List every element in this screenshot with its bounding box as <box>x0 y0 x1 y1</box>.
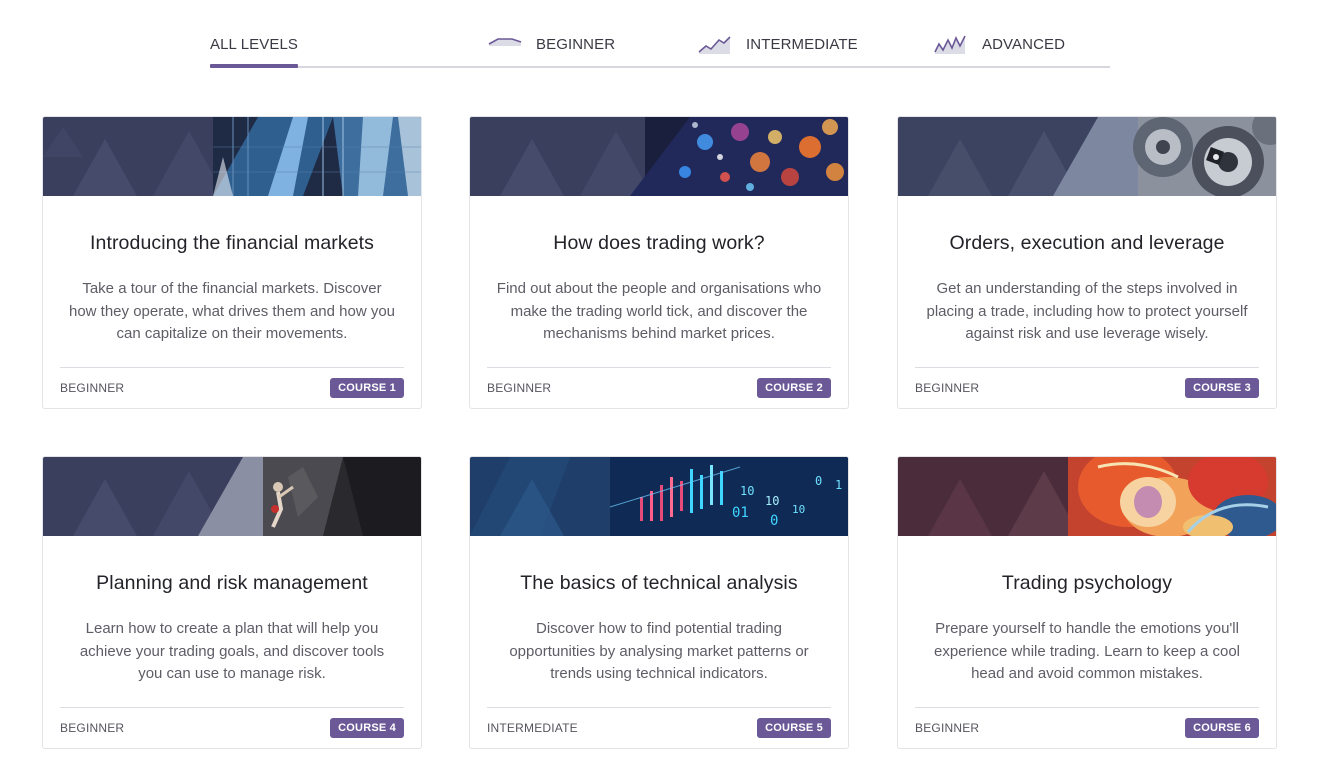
course-title: How does trading work? <box>553 232 765 254</box>
course-level: INTERMEDIATE <box>487 721 578 735</box>
course-description: Learn how to create a plan that will hel… <box>79 620 385 682</box>
beginner-level-icon <box>488 38 522 46</box>
intermediate-level-icon <box>698 36 731 54</box>
course-banner-image <box>898 457 1276 536</box>
course-banner-image: 10 10 01 0 0 1 10 <box>470 457 848 536</box>
course-card-6[interactable]: Trading psychology Prepare yourself to h… <box>897 456 1277 749</box>
course-description: Find out about the people and organisati… <box>496 280 822 342</box>
tab-advanced[interactable]: ADVANCED <box>934 34 1065 66</box>
banner-digit: 10 <box>765 494 779 508</box>
course-description: Get an understanding of the steps involv… <box>926 280 1248 342</box>
course-card-1[interactable]: Introducing the financial markets Take a… <box>42 116 422 409</box>
course-banner-image <box>470 117 848 196</box>
course-badge: COURSE 2 <box>757 378 831 398</box>
banner-digit: 0 <box>770 513 778 529</box>
course-level: BEGINNER <box>487 381 552 395</box>
course-level: BEGINNER <box>915 381 980 395</box>
banner-digit: 1 <box>835 478 842 492</box>
course-level: BEGINNER <box>60 721 125 735</box>
course-description: Take a tour of the financial markets. Di… <box>68 280 396 342</box>
advanced-level-icon <box>934 35 966 54</box>
tab-label: ADVANCED <box>982 36 1066 53</box>
course-banner-image <box>43 117 421 196</box>
course-badge: COURSE 6 <box>1185 718 1259 738</box>
card-divider <box>60 367 404 368</box>
tab-label: ALL LEVELS <box>210 36 299 53</box>
card-divider <box>60 707 404 708</box>
course-card-3[interactable]: Orders, execution and leverage Get an un… <box>897 116 1277 409</box>
banner-digit: 01 <box>732 505 749 521</box>
card-divider <box>487 707 831 708</box>
tab-beginner[interactable]: BEGINNER <box>488 34 615 66</box>
card-divider <box>487 367 831 368</box>
course-badge: COURSE 3 <box>1185 378 1259 398</box>
banner-digit: 10 <box>740 484 754 498</box>
course-title: Planning and risk management <box>96 572 368 594</box>
course-title: Trading psychology <box>1001 572 1173 594</box>
course-card-2[interactable]: How does trading work? Find out about th… <box>469 116 849 409</box>
course-badge: COURSE 4 <box>330 718 404 738</box>
course-banner-image <box>43 457 421 536</box>
course-description: Prepare yourself to handle the emotions … <box>933 620 1241 682</box>
course-badge: COURSE 1 <box>330 378 404 398</box>
card-divider <box>915 367 1259 368</box>
banner-digit: 10 <box>792 503 805 516</box>
tab-label: INTERMEDIATE <box>746 36 858 53</box>
tab-intermediate[interactable]: INTERMEDIATE <box>698 34 858 66</box>
tab-all-levels[interactable]: ALL LEVELS <box>210 34 299 68</box>
course-title: Orders, execution and leverage <box>949 232 1225 254</box>
course-level: BEGINNER <box>915 721 980 735</box>
tab-label: BEGINNER <box>536 36 616 53</box>
course-description: Discover how to find potential trading o… <box>509 620 809 682</box>
card-divider <box>915 707 1259 708</box>
course-card-5[interactable]: 10 10 01 0 0 1 10 The basics of technica… <box>469 456 849 749</box>
course-title: Introducing the financial markets <box>89 232 375 254</box>
banner-digit: 0 <box>815 474 822 488</box>
course-level: BEGINNER <box>60 381 125 395</box>
course-banner-image <box>898 117 1276 196</box>
course-badge: COURSE 5 <box>757 718 831 738</box>
level-tabs: ALL LEVELS BEGINNER INTERMEDIATE ADVANCE… <box>210 24 1110 68</box>
course-title: The basics of technical analysis <box>520 572 798 594</box>
course-card-4[interactable]: Planning and risk management Learn how t… <box>42 456 422 749</box>
